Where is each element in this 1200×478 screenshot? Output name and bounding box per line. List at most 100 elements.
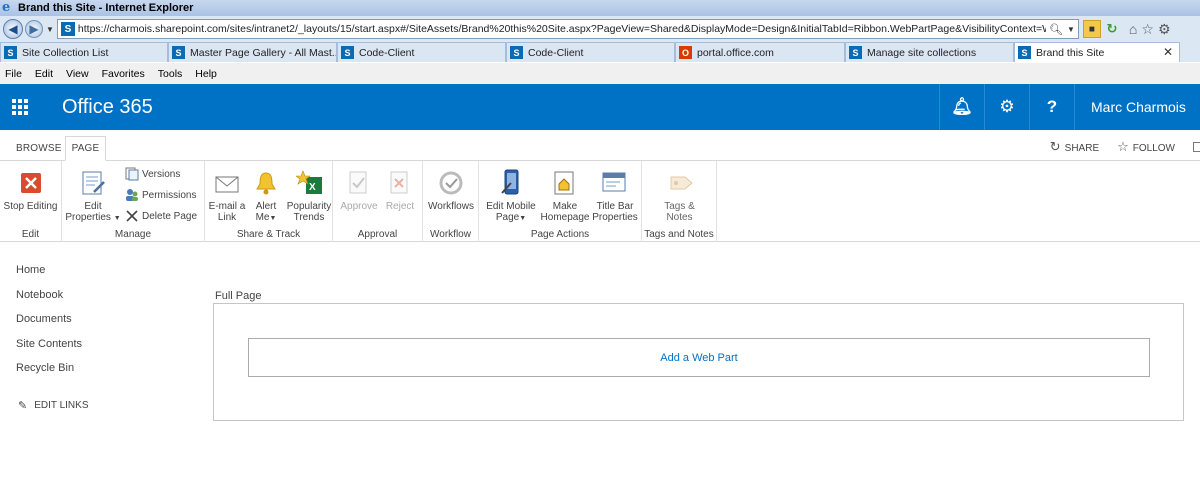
homepage-label-1: Make xyxy=(552,201,578,212)
search-icon[interactable]: 🔍︎ xyxy=(1049,23,1063,36)
settings-gear-icon[interactable]: ⚙ xyxy=(984,84,1029,130)
sharepoint-icon: S xyxy=(510,46,523,59)
back-button[interactable]: ◀ xyxy=(3,19,23,39)
browser-tab[interactable]: S Master Page Gallery - All Mast... xyxy=(168,42,337,62)
menu-tools[interactable]: Tools xyxy=(158,68,183,80)
add-web-part-button[interactable]: Add a Web Part xyxy=(248,338,1150,377)
dropdown-caret-icon: ▼ xyxy=(113,215,121,222)
stop-editing-button[interactable]: Stop Editing xyxy=(3,169,58,212)
browser-tab[interactable]: S Site Collection List xyxy=(0,42,168,62)
permissions-icon xyxy=(125,188,139,202)
window-titlebar: e Brand this Site - Internet Explorer xyxy=(0,0,1200,16)
tab-browse[interactable]: BROWSE xyxy=(16,136,62,161)
help-icon[interactable]: ? xyxy=(1029,84,1074,130)
focus-content-icon[interactable] xyxy=(1193,142,1200,152)
versions-button[interactable]: Versions xyxy=(125,167,180,181)
delete-page-label: Delete Page xyxy=(142,210,198,222)
nav-item-documents[interactable]: Documents xyxy=(16,313,82,338)
sharepoint-icon: S xyxy=(341,46,354,59)
edit-mobile-page-button[interactable]: Edit Mobile Page▼ xyxy=(481,169,541,224)
title-bar-properties-button[interactable]: Title Bar Properties xyxy=(591,169,639,223)
tab-label: Master Page Gallery - All Mast... xyxy=(190,46,337,59)
mobile-phone-icon xyxy=(498,169,524,197)
menu-file[interactable]: File xyxy=(5,68,22,80)
menu-view[interactable]: View xyxy=(66,68,89,80)
reject-label: Reject xyxy=(385,201,415,212)
group-label: Manage xyxy=(114,229,152,240)
titlebar-label-1: Title Bar xyxy=(596,201,634,212)
dropdown-icon[interactable]: ▼ xyxy=(1067,25,1075,34)
tab-label: Brand this Site xyxy=(1036,46,1105,59)
nav-item-notebook[interactable]: Notebook xyxy=(16,289,82,314)
window-title: Brand this Site - Internet Explorer xyxy=(18,2,194,14)
edit-properties-icon xyxy=(80,169,106,197)
email-link-button[interactable]: E-mail a Link xyxy=(207,169,247,223)
browser-tab-active[interactable]: S Brand this Site ✕ xyxy=(1014,42,1180,62)
follow-button[interactable]: ☆ FOLLOW xyxy=(1117,139,1175,155)
web-part-zone: Add a Web Part xyxy=(213,303,1184,421)
share-label: SHARE xyxy=(1064,143,1100,154)
nav-item-site-contents[interactable]: Site Contents xyxy=(16,338,82,363)
tag-icon xyxy=(667,169,693,197)
edit-properties-label-1: Edit xyxy=(84,201,102,212)
menu-favorites[interactable]: Favorites xyxy=(102,68,145,80)
reject-button[interactable]: Reject xyxy=(381,169,419,212)
url-text: https://charmois.sharepoint.com/sites/in… xyxy=(77,23,1079,35)
internet-explorer-icon: e xyxy=(2,0,11,15)
tags-label-2: Notes xyxy=(666,212,693,223)
share-icon: ↻ xyxy=(1049,139,1061,154)
workflow-icon xyxy=(438,169,464,197)
share-follow-group: ↻ SHARE ☆ FOLLOW xyxy=(1050,139,1200,155)
alert-me-button[interactable]: Alert Me▼ xyxy=(250,169,282,224)
edit-links-button[interactable]: ✎ EDIT LINKS xyxy=(18,399,89,412)
browser-toolbar-icons: ⌂ ☆ ⚙ xyxy=(1129,21,1171,38)
suite-right-controls: 🔔︎ ⚙ ? Marc Charmois xyxy=(939,84,1200,130)
nav-item-recycle-bin[interactable]: Recycle Bin xyxy=(16,362,82,387)
browser-tab[interactable]: S Code-Client xyxy=(337,42,506,62)
sharepoint-icon: S xyxy=(172,46,185,59)
popularity-trends-button[interactable]: X Popularity Trends xyxy=(285,169,333,223)
tab-label: Site Collection List xyxy=(22,46,109,59)
close-tab-icon[interactable]: ✕ xyxy=(1163,45,1173,59)
delete-page-button[interactable]: Delete Page xyxy=(125,209,197,223)
edit-properties-button[interactable]: Edit Properties ▼ xyxy=(64,169,122,224)
alert-label-2: Me xyxy=(255,212,270,223)
title-bar-properties-icon xyxy=(602,169,628,197)
workflows-label: Workflows xyxy=(428,201,474,212)
tab-page[interactable]: PAGE xyxy=(65,136,106,161)
permissions-button[interactable]: Permissions xyxy=(125,188,196,202)
gear-icon[interactable]: ⚙ xyxy=(1158,21,1171,38)
browser-tab[interactable]: S Code-Client xyxy=(506,42,675,62)
make-homepage-button[interactable]: Make Homepage xyxy=(539,169,591,223)
notifications-bell-icon[interactable]: 🔔︎ xyxy=(939,84,984,130)
workflows-button[interactable]: Workflows xyxy=(426,169,476,212)
menu-edit[interactable]: Edit xyxy=(35,68,53,80)
browser-tab[interactable]: O portal.office.com xyxy=(675,42,845,62)
web-part-zone-title: Full Page xyxy=(215,290,262,302)
sharepoint-icon: S xyxy=(4,46,17,59)
forward-button[interactable]: ▶ xyxy=(25,20,43,38)
homepage-label-2: Homepage xyxy=(540,212,590,223)
titlebar-label-2: Properties xyxy=(592,212,638,223)
tags-notes-button[interactable]: Tags & Notes xyxy=(652,169,707,223)
svg-text:X: X xyxy=(309,182,316,193)
lock-icon[interactable]: ■ xyxy=(1082,20,1101,38)
user-name-button[interactable]: Marc Charmois xyxy=(1074,84,1200,130)
refresh-icon[interactable]: ↻ xyxy=(1103,20,1121,38)
history-dropdown-icon[interactable]: ▼ xyxy=(46,25,54,34)
ribbon-group-edit: Stop Editing Edit xyxy=(0,161,62,242)
quick-launch-nav: Home Notebook Documents Site Contents Re… xyxy=(16,264,82,387)
home-icon[interactable]: ⌂ xyxy=(1129,21,1137,38)
address-input[interactable]: S https://charmois.sharepoint.com/sites/… xyxy=(56,19,1079,39)
share-button[interactable]: ↻ SHARE xyxy=(1050,139,1099,155)
nav-item-home[interactable]: Home xyxy=(16,264,82,289)
app-launcher-icon[interactable] xyxy=(0,84,40,130)
favorites-star-icon[interactable]: ☆ xyxy=(1141,21,1154,38)
email-label-2: Link xyxy=(217,212,237,223)
menu-help[interactable]: Help xyxy=(195,68,217,80)
address-bar-row: ◀ ▶ ▼ S https://charmois.sharepoint.com/… xyxy=(0,16,1200,42)
suite-brand[interactable]: Office 365 xyxy=(62,96,153,119)
approve-button[interactable]: Approve xyxy=(339,169,379,212)
pencil-icon: ✎ xyxy=(18,400,28,412)
browser-tab[interactable]: S Manage site collections xyxy=(845,42,1014,62)
